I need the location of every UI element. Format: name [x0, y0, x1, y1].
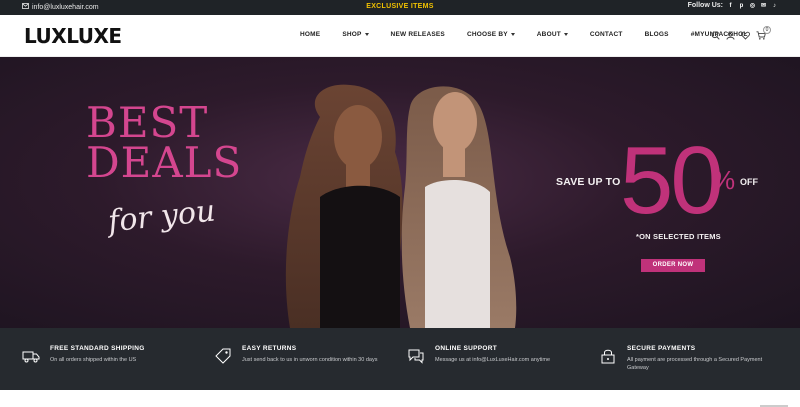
hero-headline: BEST DEALS	[86, 98, 243, 187]
top-bar: info@luxluxehair.com EXCLUSIVE ITEMS Fol…	[0, 0, 800, 15]
user-icon[interactable]	[726, 31, 735, 40]
feature-online-support: ONLINE SUPPORT Message us at info@LuxLux…	[407, 345, 550, 365]
header-icons: 0	[711, 26, 771, 40]
percent-sign: %	[712, 165, 736, 195]
nav-new-releases[interactable]: NEW RELEASES	[391, 31, 445, 38]
feature-secure-payments: SECURE PAYMENTS All payment are processe…	[599, 345, 767, 372]
nav-home[interactable]: HOME	[300, 31, 320, 38]
feature-desc: Just send back to us in unworn condition…	[242, 357, 378, 363]
nav-choose-by[interactable]: CHOOSE BY	[467, 31, 515, 38]
tag-icon	[215, 348, 231, 364]
facebook-icon[interactable]: f	[727, 2, 734, 9]
feature-desc: Message us at info@LuxLuxeHair.com anyti…	[435, 357, 551, 363]
lock-icon	[601, 349, 615, 364]
nav-about[interactable]: ABOUT	[537, 31, 568, 38]
mail-icon[interactable]: ✉	[760, 2, 767, 9]
pinterest-icon[interactable]: p	[738, 2, 745, 9]
save-up-to-text: SAVE UP TO	[556, 176, 621, 188]
selected-items-note: *ON SELECTED ITEMS	[636, 232, 721, 241]
feature-easy-returns: EASY RETURNS Just send back to us in unw…	[214, 345, 377, 365]
cart-count-badge: 0	[763, 26, 771, 34]
feature-title: EASY RETURNS	[242, 345, 297, 352]
cart-icon[interactable]: 0	[756, 26, 771, 40]
site-header: LUXLUXE HOME SHOP NEW RELEASES CHOOSE BY…	[0, 15, 800, 57]
main-nav: HOME SHOP NEW RELEASES CHOOSE BY ABOUT C…	[300, 31, 748, 38]
exclusive-items-link[interactable]: EXCLUSIVE ITEMS	[0, 3, 800, 10]
page-bottom-strip	[0, 390, 800, 407]
chevron-down-icon	[510, 33, 515, 36]
follow-us: Follow Us: f p ◎ ✉ ♪	[688, 2, 778, 9]
feature-title: ONLINE SUPPORT	[435, 345, 497, 352]
discount-number: 50	[620, 127, 724, 234]
hero-banner[interactable]: BEST DEALS for you SAVE UP TO 50 % OFF *…	[0, 57, 800, 328]
features-bar: FREE STANDARD SHIPPING On all orders shi…	[0, 328, 800, 390]
chat-icon	[408, 349, 424, 364]
feature-desc: On all orders shipped within the US	[50, 357, 137, 363]
truck-icon	[22, 351, 40, 363]
search-icon[interactable]	[711, 31, 720, 40]
logo[interactable]: LUXLUXE	[24, 24, 122, 48]
nav-contact[interactable]: CONTACT	[590, 31, 623, 38]
feature-desc: All payment are processed through a Secu…	[627, 357, 763, 371]
follow-label: Follow Us:	[687, 2, 723, 9]
feature-free-shipping: FREE STANDARD SHIPPING On all orders shi…	[22, 345, 145, 365]
feature-title: SECURE PAYMENTS	[627, 345, 696, 352]
chevron-down-icon	[563, 33, 568, 36]
nav-blogs[interactable]: BLOGS	[645, 31, 669, 38]
feature-title: FREE STANDARD SHIPPING	[50, 345, 145, 352]
tiktok-icon[interactable]: ♪	[771, 2, 778, 9]
hero-script-text: for you	[106, 193, 217, 240]
chevron-down-icon	[364, 33, 369, 36]
instagram-icon[interactable]: ◎	[749, 2, 756, 9]
off-text: OFF	[740, 177, 758, 187]
nav-shop[interactable]: SHOP	[342, 31, 369, 38]
hero-models-image	[285, 84, 517, 328]
heart-icon[interactable]	[741, 31, 750, 40]
order-now-button[interactable]: ORDER NOW	[641, 259, 705, 272]
